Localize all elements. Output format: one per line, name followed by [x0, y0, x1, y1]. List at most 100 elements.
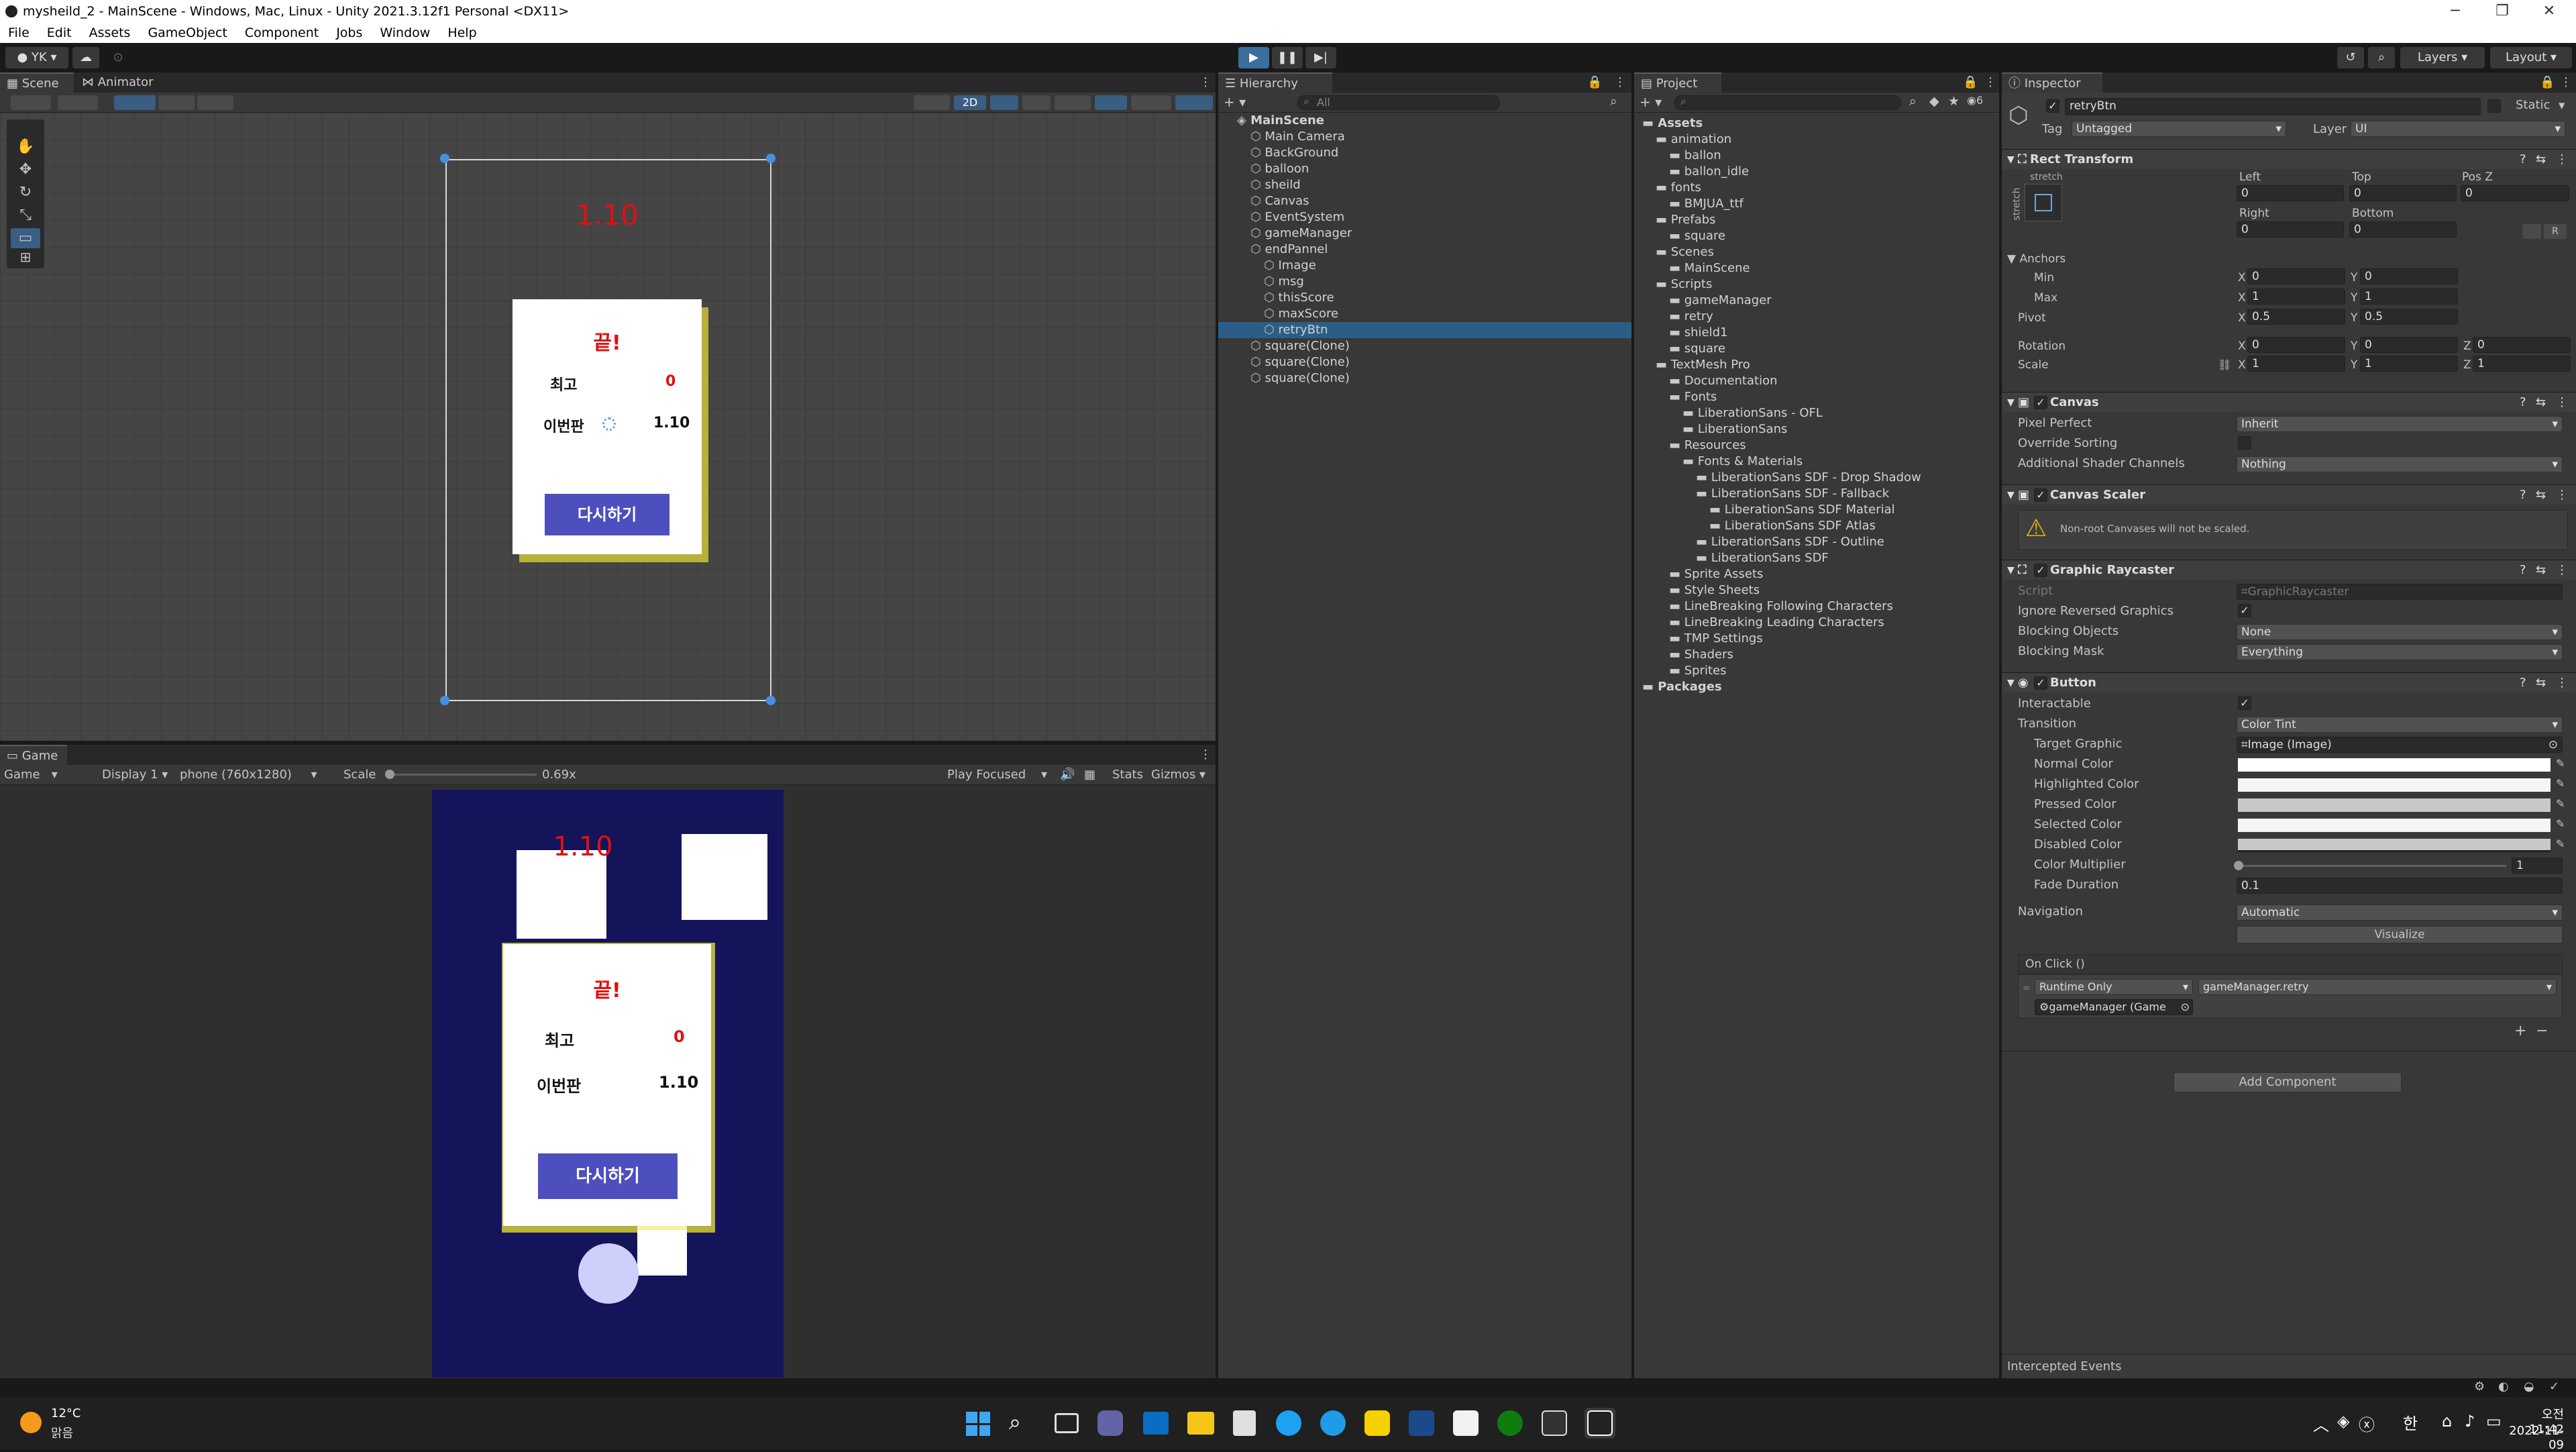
- presets-icon[interactable]: ⇆: [2536, 673, 2546, 693]
- snap-settings-dropdown[interactable]: [158, 95, 195, 110]
- bake-icon[interactable]: ◐: [2498, 1380, 2509, 1394]
- menu-gameobject[interactable]: GameObject: [148, 25, 227, 40]
- canvas-scaler-header[interactable]: ▼ ▣ ✓ Canvas Scaler ? ⇆ ⋮: [2002, 484, 2576, 505]
- menu-component[interactable]: Component: [245, 25, 319, 40]
- project-item[interactable]: ▬ Fonts: [1634, 389, 1999, 405]
- move-tool-icon[interactable]: ✥: [11, 160, 40, 180]
- increment-snap-dropdown[interactable]: [197, 95, 233, 110]
- eyedropper-icon[interactable]: ✎: [2556, 837, 2565, 850]
- right-field[interactable]: 0: [2237, 221, 2344, 238]
- blocking-objects-dropdown[interactable]: None ▾: [2237, 624, 2563, 640]
- add-component-button[interactable]: Add Component: [2174, 1072, 2402, 1092]
- canvas-header[interactable]: ▼ ▣ ✓ Canvas ? ⇆ ⋮: [2002, 392, 2576, 412]
- ime-indicator[interactable]: 한: [2403, 1410, 2418, 1434]
- notifications-icon[interactable]: ◒: [2524, 1380, 2534, 1394]
- blocking-mask-dropdown[interactable]: Everything ▾: [2237, 644, 2563, 660]
- search-icon[interactable]: ⌕: [2368, 47, 2395, 68]
- project-item[interactable]: ▬ square: [1634, 228, 1999, 244]
- kakaotalk-icon[interactable]: [1364, 1410, 1390, 1436]
- tag-dropdown[interactable]: Untagged ▾: [2072, 121, 2286, 137]
- pivot-x-field[interactable]: 0.5: [2247, 309, 2345, 325]
- project-item[interactable]: ▬ Shaders: [1634, 647, 1999, 663]
- collapse-arrow-icon[interactable]: ▼: [2007, 393, 2015, 413]
- transition-dropdown[interactable]: Color Tint ▾: [2237, 717, 2563, 733]
- start-button[interactable]: [966, 1412, 990, 1436]
- project-menu-icon[interactable]: ⋮: [1978, 72, 1998, 93]
- menu-jobs[interactable]: Jobs: [336, 25, 362, 40]
- project-item[interactable]: ▬ Resources: [1634, 437, 1999, 454]
- project-item[interactable]: ▬ ballon: [1634, 148, 1999, 164]
- anchor-max-y-field[interactable]: 1: [2360, 289, 2458, 305]
- orientation-dropdown[interactable]: [914, 95, 950, 110]
- hierarchy-item[interactable]: ⬡ maxScore: [1218, 306, 1631, 322]
- visual-studio-code-icon[interactable]: [1409, 1410, 1434, 1436]
- anchor-handle-tl[interactable]: [440, 154, 449, 163]
- project-item[interactable]: ▬ LiberationSans SDF: [1634, 550, 1999, 566]
- blueprint-mode-button[interactable]: [2522, 224, 2541, 239]
- component-menu-icon[interactable]: ⋮: [2556, 560, 2568, 580]
- help-icon[interactable]: ?: [2520, 560, 2526, 580]
- pivot-y-field[interactable]: 0.5: [2360, 309, 2458, 325]
- tray-overflow-icon[interactable]: ︿: [2313, 1412, 2329, 1435]
- target-object-field[interactable]: ⚙gameManager (Game ⊙: [2035, 999, 2193, 1015]
- drag-handle-icon[interactable]: =: [2023, 983, 2031, 994]
- calculator-icon[interactable]: [1233, 1410, 1256, 1436]
- project-item[interactable]: ▬ Style Sheets: [1634, 582, 1999, 599]
- display-dropdown[interactable]: Display 1 ▾: [102, 768, 168, 782]
- project-item[interactable]: ▬ Documentation: [1634, 373, 1999, 389]
- rotation-z-field[interactable]: 0: [2473, 337, 2571, 353]
- project-item[interactable]: ▬ Fonts & Materials: [1634, 454, 1999, 470]
- presets-icon[interactable]: ⇆: [2536, 560, 2546, 580]
- play-focused-dropdown[interactable]: Play Focused ▾: [947, 768, 1047, 782]
- ignore-reversed-checkbox[interactable]: ✓: [2238, 604, 2251, 617]
- hierarchy-item[interactable]: ⬡ square(Clone): [1218, 354, 1631, 370]
- color-multiplier-slider[interactable]: [2238, 865, 2506, 867]
- unity-hub-icon[interactable]: [1542, 1410, 1567, 1436]
- network-icon[interactable]: ⌂: [2442, 1412, 2452, 1431]
- collab-icon[interactable]: ⊙: [105, 47, 131, 68]
- hierarchy-item[interactable]: ⬡ balloon: [1218, 161, 1631, 177]
- target-graphic-field[interactable]: ⌗Image (Image) ⊙: [2237, 737, 2563, 753]
- layer-dropdown[interactable]: UI ▾: [2351, 121, 2565, 137]
- hand-tool-icon[interactable]: ✋: [11, 137, 40, 157]
- hierarchy-item[interactable]: ⬡ EventSystem: [1218, 209, 1631, 225]
- anchor-presets-button[interactable]: [2025, 184, 2062, 221]
- tab-scene[interactable]: ▦ Scene: [0, 72, 74, 93]
- scene-retry-button[interactable]: 다시하기: [545, 494, 669, 535]
- anchor-handle-bl[interactable]: [440, 696, 449, 705]
- layout-dropdown[interactable]: Layout ▾: [2490, 47, 2572, 68]
- pixel-perfect-dropdown[interactable]: Inherit ▾: [2237, 416, 2563, 432]
- transform-tool-icon[interactable]: ⊞: [11, 248, 40, 266]
- tab-project[interactable]: ▤ Project: [1634, 72, 1721, 93]
- project-item[interactable]: ▬ LiberationSans SDF Atlas: [1634, 518, 1999, 534]
- camera-dropdown[interactable]: [1131, 95, 1171, 110]
- hierarchy-item[interactable]: ⬡ square(Clone): [1218, 370, 1631, 386]
- close-button[interactable]: ✕: [2529, 0, 2569, 23]
- game-view[interactable]: 1.10 끝! 최고 0 이번판 1.10 다시하기: [432, 790, 784, 1378]
- collapse-arrow-icon[interactable]: ▼: [2007, 150, 2015, 170]
- project-item[interactable]: ▬ animation: [1634, 132, 1999, 148]
- active-checkbox[interactable]: ✓: [2046, 99, 2059, 113]
- normal-color-swatch[interactable]: [2238, 758, 2551, 772]
- pause-button[interactable]: ❚❚: [1272, 47, 1303, 68]
- hierarchy-lock-icon[interactable]: 🔒: [1580, 72, 1602, 93]
- runtime-dropdown[interactable]: Runtime Only ▾: [2035, 979, 2193, 995]
- component-menu-icon[interactable]: ⋮: [2556, 485, 2568, 505]
- hierarchy-item[interactable]: ⬡ endPannel: [1218, 242, 1631, 258]
- game-retry-button[interactable]: 다시하기: [538, 1153, 678, 1199]
- remove-event-button[interactable]: −: [2536, 1023, 2548, 1039]
- hierarchy-item[interactable]: ⬡ msg: [1218, 274, 1631, 290]
- constrain-proportions-icon[interactable]: ⛓: [2218, 358, 2231, 371]
- intercepted-events-foldout[interactable]: Intercepted Events: [2002, 1354, 2576, 1378]
- project-item[interactable]: ▬ gameManager: [1634, 293, 1999, 309]
- anchors-foldout[interactable]: ▼ Anchors: [2007, 252, 2065, 266]
- hidden-objects-toggle[interactable]: [1095, 95, 1127, 110]
- play-button[interactable]: ▶: [1238, 47, 1269, 68]
- game-menu-icon[interactable]: ⋮: [1193, 745, 1213, 765]
- task-view-icon[interactable]: [1055, 1413, 1079, 1433]
- cloud-icon[interactable]: ☁: [72, 47, 99, 68]
- scene-viewport[interactable]: ✋ ✥ ↻ ⤡ ▭ ⊞ 1.10 끝! 최고 0 이번판 1.10 다시하기: [0, 113, 1216, 741]
- eyedropper-icon[interactable]: ✎: [2556, 777, 2565, 790]
- rotation-x-field[interactable]: 0: [2247, 337, 2345, 353]
- xbox-icon[interactable]: [1497, 1410, 1523, 1436]
